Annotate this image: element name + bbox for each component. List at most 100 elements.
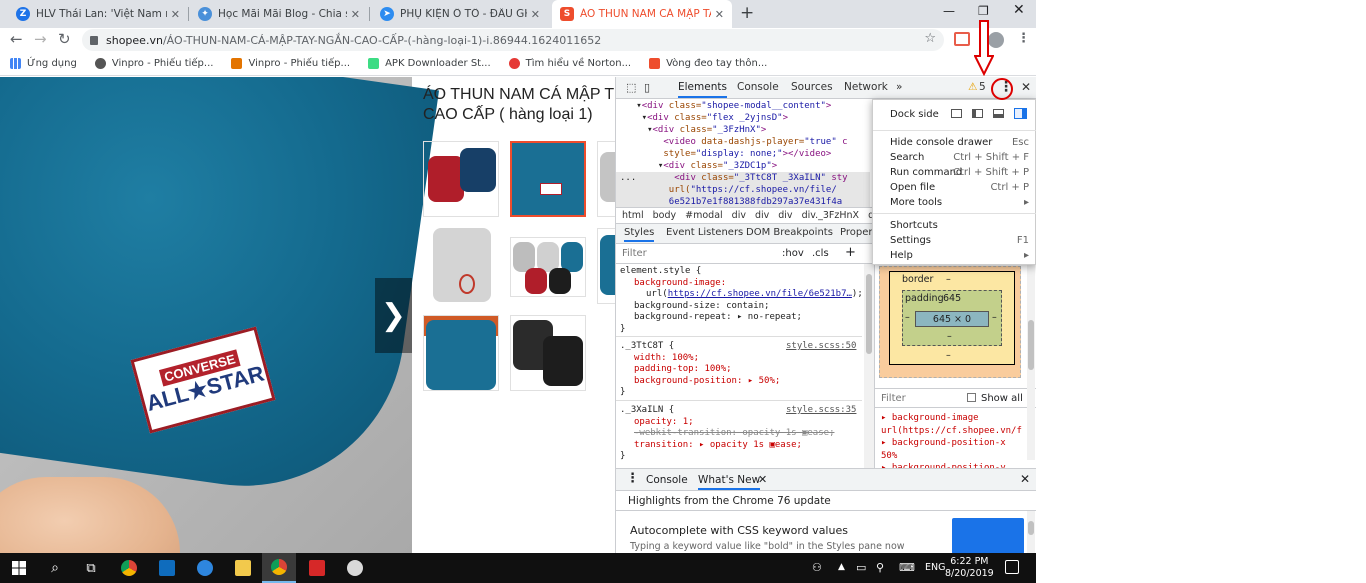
cls-toggle[interactable]: .cls bbox=[812, 248, 829, 259]
breadcrumb-item[interactable]: div._3FzHnX bbox=[802, 210, 860, 221]
close-tab-icon[interactable]: ✕ bbox=[531, 8, 540, 21]
device-toolbar-icon[interactable]: ▯ bbox=[644, 81, 650, 94]
bookmark-star-icon[interactable]: ☆ bbox=[924, 31, 936, 46]
close-whats-new-icon[interactable]: ✕ bbox=[758, 473, 767, 486]
rule2-source-link[interactable]: style.scss:35 bbox=[786, 405, 856, 417]
notifications-icon[interactable] bbox=[1005, 560, 1019, 574]
menu-open-file[interactable]: Open file bbox=[890, 182, 935, 193]
subtab-dom-breakpoints[interactable]: DOM Breakpoints bbox=[746, 227, 833, 238]
thumbnail-2-selected[interactable] bbox=[510, 141, 586, 217]
breadcrumb-item[interactable]: div bbox=[755, 210, 769, 221]
thumbnail-6[interactable] bbox=[597, 228, 615, 304]
subtab-event-listeners[interactable]: Event Listeners bbox=[666, 227, 743, 238]
tab-elements[interactable]: Elements bbox=[678, 81, 727, 98]
bookmark-vong-deo[interactable]: Vòng đeo tay thôn... bbox=[649, 58, 767, 69]
breadcrumb-item[interactable]: div bbox=[778, 210, 792, 221]
clock[interactable]: 6:22 PM 8/20/2019 bbox=[945, 556, 994, 580]
styles-filter-input[interactable]: Filter bbox=[622, 248, 647, 259]
thumbnail-5[interactable] bbox=[510, 237, 586, 297]
forward-button[interactable]: → bbox=[34, 30, 47, 48]
subtab-styles[interactable]: Styles bbox=[624, 227, 655, 242]
bookmark-vinpro-2[interactable]: Vinpro - Phiếu tiếp... bbox=[231, 58, 350, 69]
close-drawer-icon[interactable]: ✕ bbox=[1020, 472, 1030, 486]
extension-icon[interactable] bbox=[954, 32, 970, 46]
drawer-scrollbar[interactable] bbox=[1027, 511, 1035, 553]
menu-more-tools[interactable]: More tools bbox=[890, 197, 942, 208]
more-tabs-button[interactable]: » bbox=[896, 81, 902, 93]
chrome-taskbar-icon[interactable] bbox=[114, 553, 144, 583]
menu-settings[interactable]: Settings bbox=[890, 235, 931, 246]
search-icon[interactable]: ⌕ bbox=[40, 553, 70, 583]
menu-run-command[interactable]: Run command bbox=[890, 167, 962, 178]
next-image-button[interactable]: ❯ bbox=[375, 278, 412, 353]
dock-undock-icon[interactable] bbox=[951, 109, 962, 118]
battery-icon[interactable]: ▭ bbox=[856, 561, 866, 574]
network-app-icon[interactable] bbox=[190, 553, 220, 583]
dom-node-line[interactable]: ▾<div class="shopee-modal__content"> bbox=[620, 100, 831, 112]
address-bar[interactable]: shopee.vn/ÁO-THUN-NAM-CÁ-MẬP-TAY-NGẮN-CA… bbox=[82, 29, 944, 51]
bookmark-vinpro-1[interactable]: Vinpro - Phiếu tiếp... bbox=[94, 58, 213, 69]
minimize-button[interactable]: — bbox=[943, 4, 955, 18]
drawer-menu-icon[interactable]: ⋮ bbox=[626, 471, 639, 486]
dom-node-line[interactable]: ... <div class="_3TtC8T _3XaILN" sty bbox=[616, 172, 870, 184]
bookmark-apps[interactable]: Ứng dụng bbox=[10, 58, 77, 69]
thumbnail-7[interactable] bbox=[423, 315, 499, 391]
tab-sources[interactable]: Sources bbox=[791, 81, 833, 93]
task-view-icon[interactable]: ⧉ bbox=[76, 553, 106, 583]
show-hidden-icons[interactable]: ▲ bbox=[838, 562, 845, 572]
dom-node-line[interactable]: ▾<div class="_3ZDC1p"> bbox=[620, 160, 777, 172]
chrome-menu-icon[interactable]: ⋮ bbox=[1017, 31, 1030, 46]
dom-node-line[interactable]: style="display: none;"></video> bbox=[620, 148, 831, 160]
close-devtools-icon[interactable]: ✕ bbox=[1021, 80, 1031, 94]
computed-filter-input[interactable]: Filter bbox=[881, 393, 906, 404]
reload-button[interactable]: ↻ bbox=[58, 30, 71, 48]
show-all-checkbox[interactable] bbox=[967, 393, 976, 402]
menu-hide-console-drawer[interactable]: Hide console drawer bbox=[890, 137, 992, 148]
tab-console[interactable]: Console bbox=[737, 81, 779, 93]
bookmark-apk[interactable]: APK Downloader St... bbox=[368, 58, 491, 69]
wifi-icon[interactable]: ⚲ bbox=[876, 561, 884, 574]
dom-node-line[interactable]: ▾<div class="flex _2yjnsD"> bbox=[620, 112, 788, 124]
dom-node-line[interactable]: 6e521b7e1f881388fdb297a37e431f4a bbox=[616, 196, 870, 207]
dock-left-icon[interactable] bbox=[972, 109, 983, 118]
dom-node-line[interactable]: url("https://cf.shopee.vn/file/ bbox=[616, 184, 870, 196]
styles-scrollbar[interactable] bbox=[864, 264, 874, 468]
bookmark-norton[interactable]: Tìm hiểu về Norton... bbox=[508, 58, 631, 69]
thumbnail-1[interactable] bbox=[423, 141, 499, 217]
chrome-active-icon[interactable] bbox=[262, 553, 296, 583]
dom-node-line[interactable]: <video data-dashjs-player="true" c bbox=[620, 136, 847, 148]
new-tab-button[interactable]: + bbox=[740, 3, 754, 23]
new-style-rule-icon[interactable]: + bbox=[845, 245, 856, 260]
menu-shortcuts[interactable]: Shortcuts bbox=[890, 220, 938, 231]
tab-hlv[interactable]: Z HLV Thái Lan: 'Việt Nam rất mạnh ✕ bbox=[8, 0, 188, 28]
menu-search[interactable]: Search bbox=[890, 152, 924, 163]
close-tab-icon[interactable]: ✕ bbox=[351, 8, 360, 21]
restore-button[interactable]: ❐ bbox=[978, 4, 989, 18]
thumbnail-3[interactable] bbox=[597, 141, 615, 217]
breadcrumb-item[interactable]: #modal bbox=[685, 210, 723, 221]
tab-phu-kien[interactable]: ➤ PHỤ KIỆN Ô TÔ - ĐẦU GHI HÌNH ✕ bbox=[372, 0, 548, 28]
thumbnail-8[interactable] bbox=[510, 315, 586, 391]
back-button[interactable]: ← bbox=[10, 30, 23, 48]
menu-help[interactable]: Help bbox=[890, 250, 913, 261]
tab-network[interactable]: Network bbox=[844, 81, 888, 93]
tab-ao-thun-active[interactable]: S ÁO THUN NAM CÁ MẬP TAY NG ✕ bbox=[552, 0, 732, 28]
breadcrumb-item[interactable]: body bbox=[653, 210, 677, 221]
bg-image-link[interactable]: https://cf.shopee.vn/file/6e521b7… bbox=[668, 289, 852, 299]
dock-right-icon[interactable] bbox=[1014, 108, 1027, 119]
dom-node-line[interactable]: ▾<div class="_3FzHnX"> bbox=[620, 124, 766, 136]
breadcrumb-item[interactable]: div bbox=[732, 210, 746, 221]
inspect-element-icon[interactable]: ⬚ bbox=[626, 81, 636, 94]
hov-toggle[interactable]: :hov bbox=[782, 248, 804, 259]
language-indicator[interactable]: ENG bbox=[925, 562, 945, 573]
paint-app-icon[interactable] bbox=[340, 553, 370, 583]
close-tab-icon[interactable]: ✕ bbox=[715, 8, 724, 21]
people-icon[interactable]: ⚇ bbox=[812, 561, 822, 574]
tab-hoc-mai-mai[interactable]: ✦ Học Mãi Mãi Blog - Chia sẻ kiến ✕ bbox=[190, 0, 368, 28]
drawer-tab-whats-new[interactable]: What's New bbox=[698, 474, 761, 490]
warning-icon[interactable]: ⚠ bbox=[968, 81, 977, 93]
close-window-button[interactable]: ✕ bbox=[1013, 2, 1025, 18]
file-explorer-icon[interactable] bbox=[228, 553, 258, 583]
dock-bottom-icon[interactable] bbox=[993, 109, 1004, 118]
keyboard-icon[interactable]: ⌨ bbox=[899, 561, 915, 574]
